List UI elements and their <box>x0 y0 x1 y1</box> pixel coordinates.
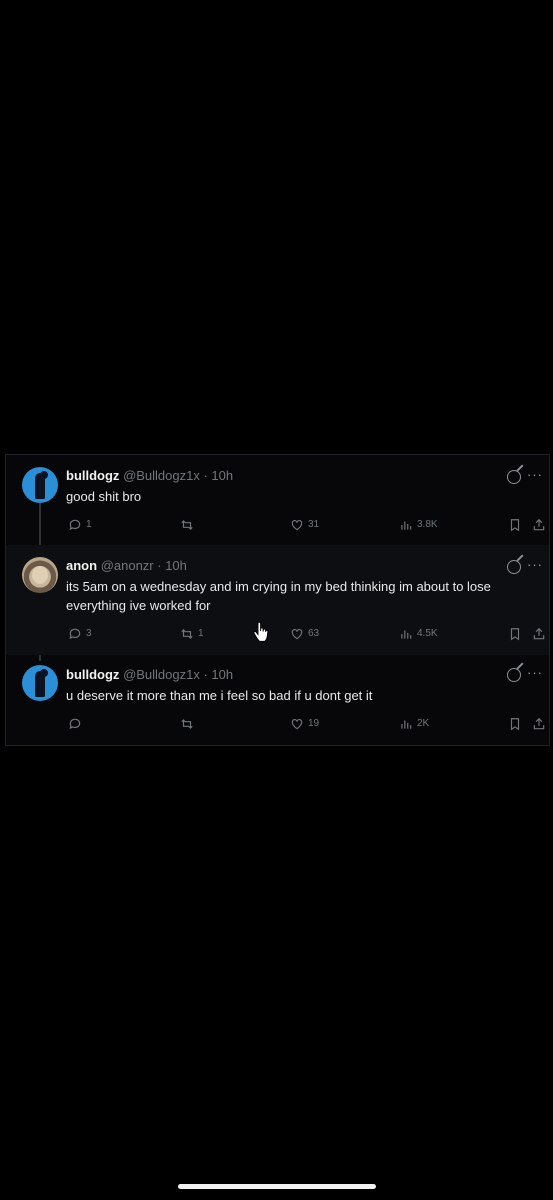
tweet-text: u deserve it more than me i feel so bad … <box>66 688 373 703</box>
bookmark-icon <box>510 718 520 731</box>
heart-icon <box>291 719 303 730</box>
bookmark-button[interactable] <box>508 717 522 731</box>
view-count: 2K <box>417 718 430 729</box>
reply-icon <box>69 718 81 730</box>
display-name[interactable]: anon <box>66 558 97 573</box>
view-count: 3.8K <box>417 519 438 530</box>
reply-button[interactable]: 1 <box>68 518 92 532</box>
timestamp[interactable]: · 10h <box>157 558 187 573</box>
like-count: 63 <box>308 628 320 639</box>
more-icon[interactable]: ··· <box>527 467 543 482</box>
like-count: 31 <box>308 519 320 530</box>
reply-button[interactable]: 3 <box>68 627 92 641</box>
timestamp[interactable]: · 10h <box>203 667 233 682</box>
tweet[interactable]: anon @anonzr · 10h ··· its 5am on a wedn… <box>6 545 549 655</box>
share-button[interactable] <box>532 627 546 641</box>
reply-count: 1 <box>86 519 92 530</box>
bookmark-button[interactable] <box>508 518 522 532</box>
share-icon <box>533 518 545 531</box>
tweet-actions: 19 2K <box>6 717 549 733</box>
grok-icon[interactable] <box>507 668 521 682</box>
bookmark-button[interactable] <box>508 627 522 641</box>
like-count: 19 <box>308 718 320 729</box>
grok-icon[interactable] <box>507 560 521 574</box>
tweet-header: bulldogz @Bulldogz1x · 10h <box>66 468 233 483</box>
tweet[interactable]: bulldogz @Bulldogz1x · 10h ··· u deserve… <box>6 655 549 747</box>
home-indicator[interactable] <box>178 1184 376 1189</box>
share-button[interactable] <box>532 518 546 532</box>
view-count: 4.5K <box>417 628 438 639</box>
repost-icon <box>181 520 193 530</box>
timestamp[interactable]: · 10h <box>203 468 233 483</box>
repost-button[interactable] <box>180 717 198 731</box>
heart-icon <box>291 629 303 640</box>
grok-icon[interactable] <box>507 470 521 484</box>
share-icon <box>533 627 545 640</box>
tweet-text: its 5am on a wednesday and im crying in … <box>66 579 491 613</box>
display-name[interactable]: bulldogz <box>66 667 119 682</box>
repost-button[interactable] <box>180 518 198 532</box>
tweet-header: bulldogz @Bulldogz1x · 10h <box>66 667 233 682</box>
more-icon[interactable]: ··· <box>527 665 543 680</box>
avatar[interactable] <box>22 665 58 701</box>
views-button[interactable]: 3.8K <box>399 518 438 532</box>
share-button[interactable] <box>532 717 546 731</box>
user-handle[interactable]: @Bulldogz1x <box>123 468 200 483</box>
heart-icon <box>291 520 303 531</box>
views-icon <box>401 521 412 530</box>
user-handle[interactable]: @Bulldogz1x <box>123 667 200 682</box>
repost-button[interactable]: 1 <box>180 627 204 641</box>
tweet[interactable]: bulldogz @Bulldogz1x · 10h ··· good shit… <box>6 455 549 545</box>
like-button[interactable]: 31 <box>290 518 319 532</box>
reply-icon <box>69 628 81 640</box>
reply-button[interactable] <box>68 717 86 731</box>
bookmark-icon <box>510 519 520 532</box>
avatar[interactable] <box>22 557 58 593</box>
tweet-actions: 3 1 63 4.5K <box>6 627 549 643</box>
views-button[interactable]: 2K <box>399 717 429 731</box>
repost-icon <box>181 629 193 639</box>
like-button[interactable]: 63 <box>290 627 319 641</box>
tweet-text: good shit bro <box>66 489 142 504</box>
share-icon <box>533 717 545 730</box>
views-button[interactable]: 4.5K <box>399 627 438 641</box>
display-name[interactable]: bulldogz <box>66 468 119 483</box>
repost-count: 1 <box>198 628 204 639</box>
user-handle[interactable]: @anonzr <box>101 558 154 573</box>
tweet-header: anon @anonzr · 10h <box>66 558 187 573</box>
repost-icon <box>181 719 193 729</box>
bookmark-icon <box>510 628 520 641</box>
screen: bulldogz @Bulldogz1x · 10h ··· good shit… <box>0 0 553 1200</box>
reply-icon <box>69 519 81 531</box>
more-icon[interactable]: ··· <box>527 557 543 572</box>
tweet-actions: 1 31 3.8K <box>6 518 549 534</box>
views-icon <box>401 630 412 639</box>
views-icon <box>401 720 412 729</box>
avatar[interactable] <box>22 467 58 503</box>
like-button[interactable]: 19 <box>290 717 319 731</box>
hand-cursor-icon <box>253 622 269 642</box>
tweet-thread: bulldogz @Bulldogz1x · 10h ··· good shit… <box>5 454 550 746</box>
reply-count: 3 <box>86 628 92 639</box>
